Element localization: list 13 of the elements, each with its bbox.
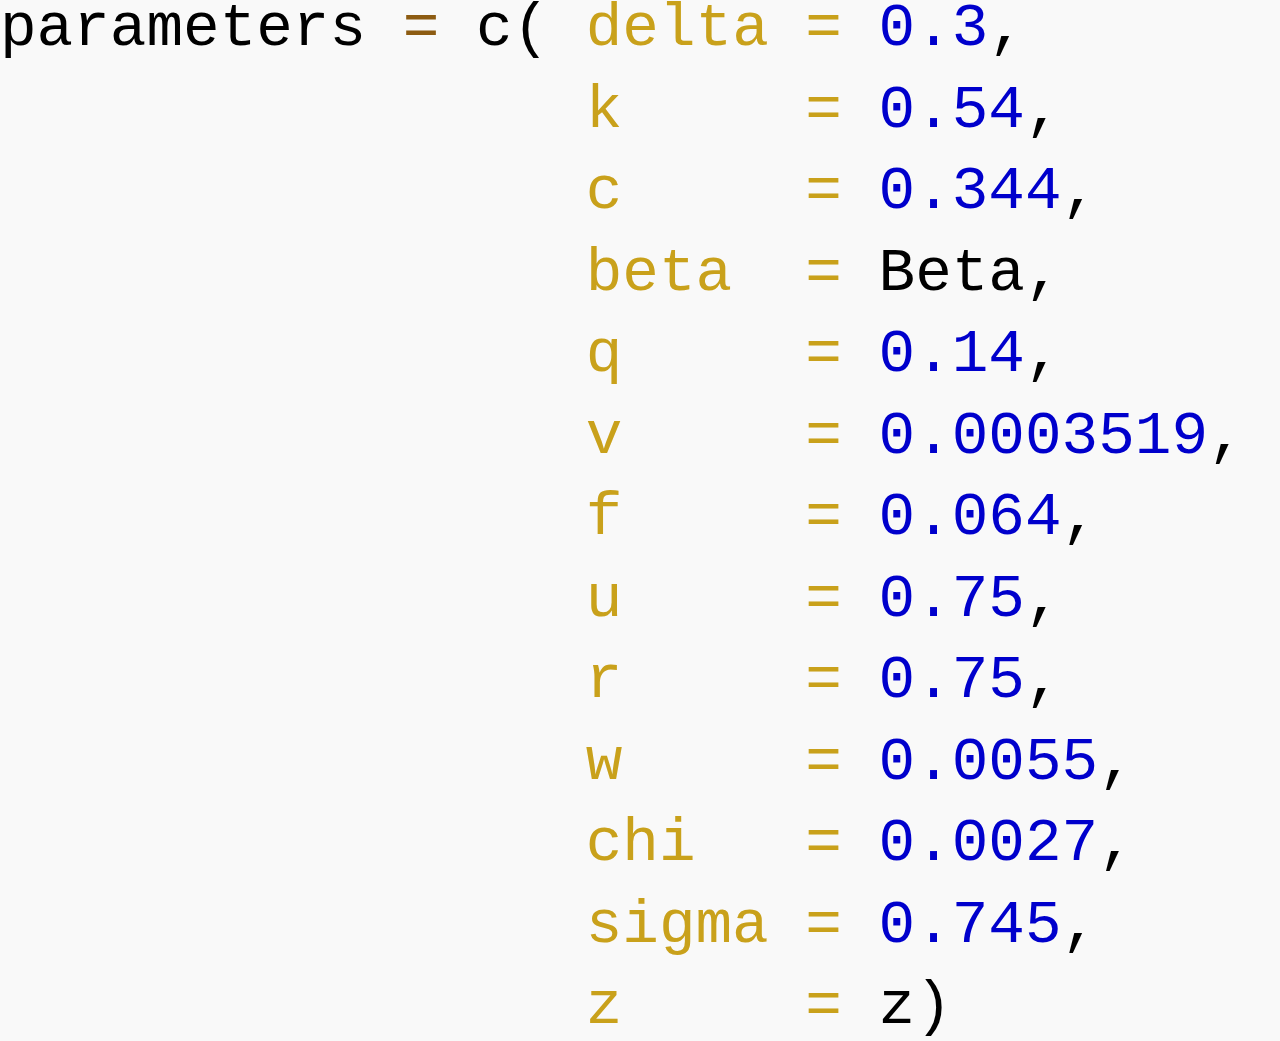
code-line: k = 0.54, — [585, 74, 1062, 147]
code-line: f = 0.064, — [585, 482, 1099, 554]
code-line: parameters = c( delta = 0.3, — [0, 0, 1025, 65]
code-line: z = z) — [585, 971, 952, 1041]
code-line: sigma = 0.745, — [585, 889, 1099, 962]
code-line: beta = Beta, — [585, 237, 1062, 310]
code-line: w = 0.0055, — [585, 726, 1135, 799]
code-line: u = 0.75, — [585, 563, 1062, 636]
code-line: v = 0.0003519, — [585, 400, 1245, 473]
code-line: c = 0.344, — [585, 156, 1099, 228]
code-line: q = 0.14, — [585, 319, 1062, 391]
code-line: chi = 0.0027, — [585, 808, 1135, 880]
code-line: r = 0.75, — [585, 645, 1062, 717]
